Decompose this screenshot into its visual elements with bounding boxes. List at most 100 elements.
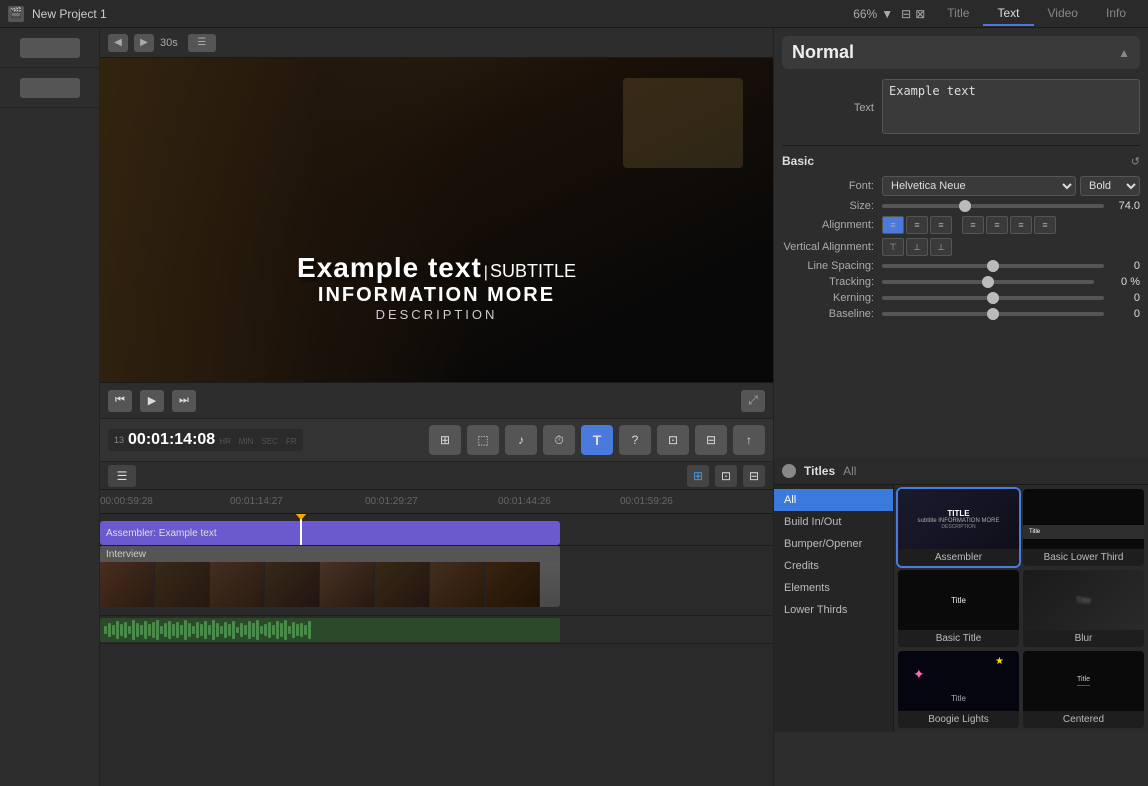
toolbar-transform-btn[interactable]: ⊞ bbox=[429, 425, 461, 455]
vf-5 bbox=[320, 555, 375, 607]
font-family-select[interactable]: Helvetica Neue bbox=[882, 176, 1076, 196]
font-weight-select[interactable]: Bold Regular Italic bbox=[1080, 176, 1140, 196]
fullscreen-btn[interactable]: ⤢ bbox=[741, 390, 765, 412]
display-options-btn[interactable]: ☰ bbox=[188, 34, 216, 52]
audio-waves bbox=[100, 618, 560, 642]
category-credits[interactable]: Credits bbox=[774, 555, 893, 577]
line-spacing-slider-row: 0 bbox=[882, 260, 1140, 272]
align-justify-right-btn[interactable]: ≡ bbox=[1010, 216, 1032, 234]
video-clip[interactable] bbox=[100, 555, 560, 607]
ruler-mark-3: 00:01:44:26 bbox=[498, 496, 551, 507]
align-center-btn[interactable]: ≡ bbox=[906, 216, 928, 234]
thumb-basic-lower-third[interactable]: Title Basic Lower Third bbox=[1023, 489, 1144, 566]
text-label: Text bbox=[782, 102, 882, 114]
align-right-btn[interactable]: ≡ bbox=[930, 216, 952, 234]
thumb-assembler[interactable]: TITLE subtitle INFORMATION MORE DESCRIPT… bbox=[898, 489, 1019, 566]
style-name: Normal bbox=[792, 42, 854, 63]
hr-label: HR bbox=[219, 437, 231, 446]
sidebar-btn-2[interactable] bbox=[20, 78, 80, 98]
view-toggle-2[interactable]: ⊠ bbox=[915, 7, 925, 21]
thumb-boogie-lights[interactable]: ✦ ★ Title Boogie Lights bbox=[898, 651, 1019, 728]
toolbar-retime-btn[interactable]: ⏱ bbox=[543, 425, 575, 455]
main-area: ◀ ▶ 30s ☰ Example text | SUBTITLE INFORM… bbox=[0, 28, 1148, 786]
assembler-label: Assembler bbox=[898, 549, 1019, 566]
category-bumper[interactable]: Bumper/Opener bbox=[774, 533, 893, 555]
line-spacing-slider[interactable] bbox=[882, 264, 1104, 268]
toolbar-split-btn[interactable]: ⊟ bbox=[695, 425, 727, 455]
timeline-zoom-in[interactable]: ⊞ bbox=[687, 465, 709, 487]
preview-cursor: | bbox=[484, 264, 488, 282]
toolbar-shape-btn[interactable]: ? bbox=[619, 425, 651, 455]
valign-middle-btn[interactable]: ⊥ bbox=[906, 238, 928, 256]
preview-subtitle: SUBTITLE bbox=[490, 261, 576, 282]
inspector: Normal ▲ Text Example text Basic ↺ bbox=[774, 28, 1148, 458]
thumb-centered[interactable]: Title Centered bbox=[1023, 651, 1144, 728]
view-toggle-1[interactable]: ⊟ bbox=[901, 7, 911, 21]
line-spacing-label: Line Spacing: bbox=[782, 260, 882, 272]
tab-info[interactable]: Info bbox=[1092, 2, 1140, 26]
style-dropdown-arrow[interactable]: ▲ bbox=[1118, 46, 1130, 60]
divider-1 bbox=[782, 145, 1140, 146]
kerning-slider[interactable] bbox=[882, 296, 1104, 300]
valign-top-btn[interactable]: ⊤ bbox=[882, 238, 904, 256]
text-textarea[interactable]: Example text bbox=[882, 79, 1140, 134]
center-area: ◀ ▶ 30s ☰ Example text | SUBTITLE INFORM… bbox=[100, 28, 773, 786]
video-track: Interview bbox=[100, 546, 773, 616]
audio-clip[interactable] bbox=[100, 618, 560, 642]
transport-play[interactable]: ▶ bbox=[140, 390, 164, 412]
transport-skip-forward[interactable]: ⏭ bbox=[172, 390, 196, 412]
category-elements[interactable]: Elements bbox=[774, 577, 893, 599]
assembler-text: TITLE subtitle INFORMATION MORE DESCRIPT… bbox=[918, 509, 1000, 530]
align-justify-btn[interactable]: ≡ bbox=[962, 216, 984, 234]
sidebar-item-1 bbox=[0, 28, 99, 68]
transport-skip-back[interactable]: ⏮ bbox=[108, 390, 132, 412]
basic-section-title: Basic bbox=[782, 154, 814, 168]
toolbar-share-btn[interactable]: ↑ bbox=[733, 425, 765, 455]
category-lowerthirds[interactable]: Lower Thirds bbox=[774, 599, 893, 621]
style-selector[interactable]: Normal ▲ bbox=[782, 36, 1140, 69]
baseline-slider[interactable] bbox=[882, 312, 1104, 316]
titles-label: Titles bbox=[804, 464, 835, 478]
toolbar-crop-btn[interactable]: ⬚ bbox=[467, 425, 499, 455]
align-justify-full-btn[interactable]: ≡ bbox=[1034, 216, 1056, 234]
blt-bar: Title bbox=[1023, 525, 1144, 539]
align-left-btn[interactable]: ≡ bbox=[882, 216, 904, 234]
nav-back-btn[interactable]: ◀ bbox=[108, 34, 128, 52]
kerning-row: Kerning: 0 bbox=[782, 292, 1140, 304]
fr-label: FR bbox=[286, 437, 297, 446]
vf-6 bbox=[375, 555, 430, 607]
titles-grid: TITLE subtitle INFORMATION MORE DESCRIPT… bbox=[894, 485, 1148, 732]
timeline-clip-btn[interactable]: ⊡ bbox=[715, 465, 737, 487]
tab-title[interactable]: Title bbox=[933, 2, 983, 26]
toolbar-stabilize-btn[interactable]: ⊡ bbox=[657, 425, 689, 455]
timeline-view-btn[interactable]: ☰ bbox=[108, 465, 136, 487]
title-clip-label: Assembler: Example text bbox=[100, 528, 223, 539]
title-clip[interactable]: Assembler: Example text bbox=[100, 521, 560, 545]
baseline-slider-row: 0 bbox=[882, 308, 1140, 320]
tracking-slider[interactable] bbox=[882, 280, 1094, 284]
valign-group: ⊤ ⊥ ⊥ bbox=[882, 238, 1140, 256]
toolbar-text-btn[interactable]: T bbox=[581, 425, 613, 455]
titles-categories: All Build In/Out Bumper/Opener Credits E… bbox=[774, 485, 894, 732]
toolbar-audio-btn[interactable]: ♪ bbox=[505, 425, 537, 455]
nav-forward-btn[interactable]: ▶ bbox=[134, 34, 154, 52]
category-buildinout[interactable]: Build In/Out bbox=[774, 511, 893, 533]
preview-main-text: Example text bbox=[297, 252, 482, 284]
tab-video[interactable]: Video bbox=[1034, 2, 1092, 26]
thumb-basic-title[interactable]: Title Basic Title bbox=[898, 570, 1019, 647]
blt-preview: Title bbox=[1023, 489, 1144, 549]
valign-bottom-btn[interactable]: ⊥ bbox=[930, 238, 952, 256]
timeline-blade-btn[interactable]: ⊟ bbox=[743, 465, 765, 487]
blt-bar-text: Title bbox=[1029, 529, 1040, 535]
sidebar-btn-1[interactable] bbox=[20, 38, 80, 58]
basic-reset-btn[interactable]: ↺ bbox=[1131, 155, 1140, 168]
size-slider[interactable] bbox=[882, 204, 1104, 208]
baseline-controls: 0 bbox=[882, 308, 1140, 320]
zoom-arrow[interactable]: ▼ bbox=[881, 7, 893, 21]
tab-text[interactable]: Text bbox=[983, 2, 1033, 26]
thumb-blur[interactable]: Title Blur bbox=[1023, 570, 1144, 647]
left-sidebar bbox=[0, 28, 100, 786]
align-justify-center-btn[interactable]: ≡ bbox=[986, 216, 1008, 234]
category-all[interactable]: All bbox=[774, 489, 893, 511]
titles-close-btn[interactable] bbox=[782, 464, 796, 478]
